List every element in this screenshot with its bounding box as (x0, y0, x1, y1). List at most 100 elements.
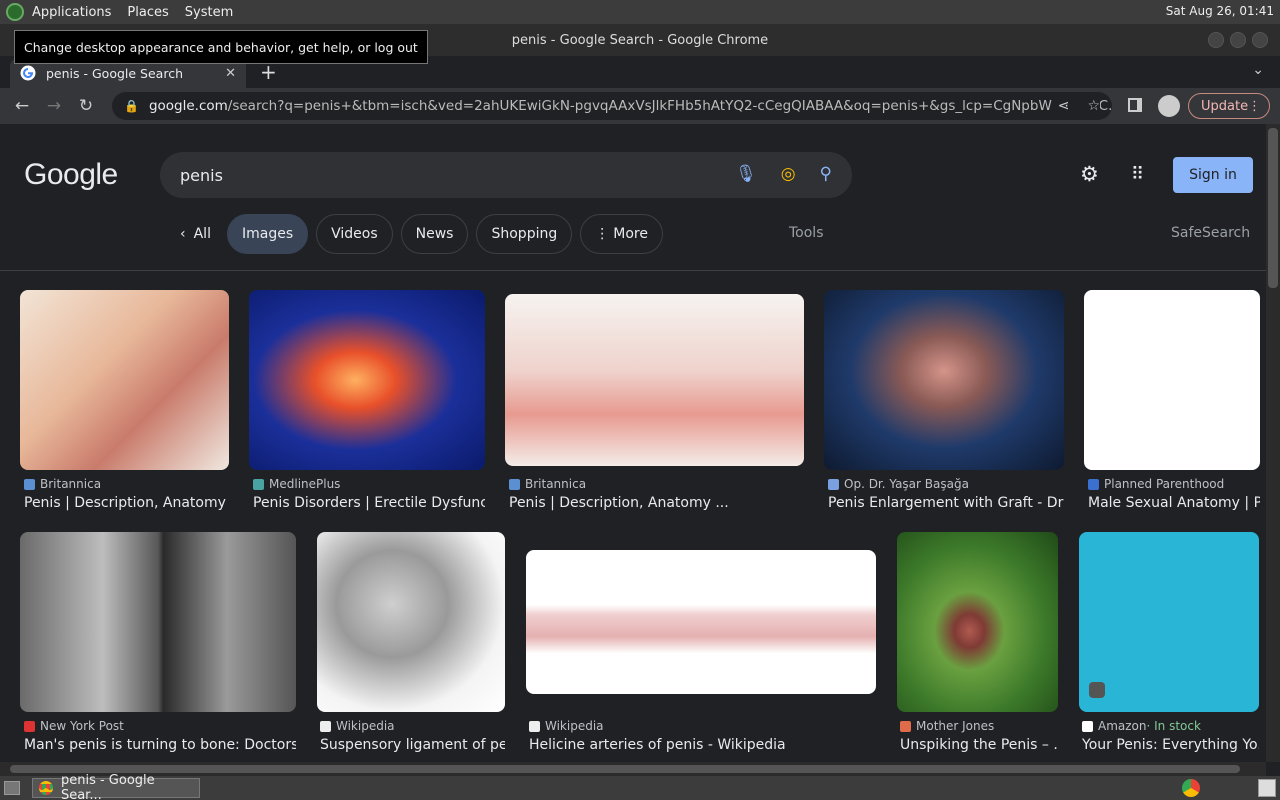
result-source[interactable]: Op. Dr. Yaşar Başağa (828, 477, 969, 491)
chip-all-label: All (193, 226, 211, 242)
back-arrow-icon[interactable]: ← (6, 96, 38, 116)
result-source[interactable]: Amazon · In stock (1082, 719, 1201, 733)
result-image[interactable] (20, 532, 296, 712)
search-query: penis (180, 165, 223, 185)
chip-videos[interactable]: Videos (316, 214, 393, 254)
result-source[interactable]: Wikipedia (529, 719, 604, 733)
result-source[interactable]: Britannica (24, 477, 101, 491)
taskbar-item-chrome[interactable]: penis - Google Sear... (32, 773, 200, 800)
britannica-favicon-icon (24, 478, 35, 490)
result-source[interactable]: Mother Jones (900, 719, 994, 733)
tray-chrome-icon[interactable] (1182, 779, 1200, 797)
sign-in-button[interactable]: Sign in (1173, 157, 1253, 193)
taskbar-item-label: penis - Google Sear... (60, 773, 155, 800)
result-image[interactable] (20, 290, 229, 470)
horizontal-scrollbar-thumb[interactable] (10, 765, 1240, 773)
vertical-scrollbar[interactable] (1266, 124, 1280, 762)
header-divider (0, 270, 1266, 271)
result-title[interactable]: Penis | Description, Anatomy ... (509, 495, 804, 511)
result-image[interactable] (824, 290, 1064, 470)
settings-gear-icon[interactable]: ⚙ (1080, 162, 1099, 186)
panel-clock[interactable]: Sat Aug 26, 01:41 (1166, 4, 1274, 18)
chevron-left-icon: ‹ (180, 226, 186, 242)
result-image[interactable] (1084, 290, 1260, 470)
mother-jones-favicon-icon (900, 720, 911, 732)
chip-all[interactable]: ‹ All (172, 214, 219, 254)
url-path: /search?q=penis+&tbm=isch&ved=2ahUKEwiGk… (227, 98, 1112, 114)
minimize-button[interactable] (1208, 32, 1224, 48)
result-title[interactable]: Your Penis: Everything Yo... (1082, 737, 1259, 753)
lock-icon[interactable]: 🔒 (124, 99, 139, 113)
bookmark-star-icon[interactable]: ☆ (1087, 98, 1100, 114)
chrome-icon (39, 781, 53, 795)
result-image[interactable] (249, 290, 485, 470)
chip-more-label: More (613, 226, 648, 242)
result-image[interactable] (317, 532, 505, 712)
window-title: penis - Google Search - Google Chrome (511, 32, 769, 48)
vertical-scrollbar-thumb[interactable] (1268, 128, 1278, 288)
result-title[interactable]: Suspensory ligament of pe... (320, 737, 505, 753)
result-image[interactable] (1079, 532, 1259, 712)
amazon-favicon-icon (1082, 720, 1093, 732)
side-panel-icon[interactable] (1128, 98, 1142, 112)
result-title[interactable]: Male Sexual Anatomy | P... (1088, 495, 1260, 511)
chip-news[interactable]: News (400, 214, 469, 254)
result-source[interactable]: Britannica (509, 477, 586, 491)
result-source[interactable]: MedlinePlus (253, 477, 340, 491)
apps-grid-icon[interactable]: ⠿ (1131, 164, 1144, 185)
chip-more[interactable]: ⋮ More (580, 214, 663, 254)
result-title[interactable]: Penis Disorders | Erectile Dysfunc... (253, 495, 485, 511)
result-title[interactable]: Helicine arteries of penis - Wikipedia (529, 737, 876, 753)
result-image[interactable] (897, 532, 1058, 712)
clinic-favicon-icon (828, 478, 839, 490)
tab-title: penis - Google Search (46, 65, 183, 81)
medlineplus-favicon-icon (253, 478, 264, 490)
system-menu-tooltip: Change desktop appearance and behavior, … (14, 30, 428, 64)
url-host: google.com (148, 98, 228, 114)
result-source[interactable]: Planned Parenthood (1088, 477, 1224, 491)
profile-avatar-icon[interactable] (1158, 95, 1180, 117)
safesearch-button[interactable]: SafeSearch (1171, 225, 1250, 241)
google-logo[interactable]: Google (24, 158, 118, 192)
tab-search-chevron-icon[interactable]: ⌄ (1252, 62, 1264, 78)
wikipedia-favicon-icon (529, 720, 540, 732)
search-icon[interactable]: ⚲ (820, 164, 832, 184)
microphone-icon[interactable]: 🎙 (735, 164, 757, 184)
price-tag-icon (1089, 682, 1105, 698)
search-actions: 🎙 ◎ ⚲ (735, 164, 832, 184)
update-button[interactable]: Update ⋮ (1188, 93, 1270, 119)
chip-images[interactable]: Images (226, 214, 309, 254)
result-image[interactable] (526, 550, 876, 694)
result-title[interactable]: Unspiking the Penis – ... (900, 737, 1058, 753)
chip-shopping[interactable]: Shopping (476, 214, 573, 254)
result-title[interactable]: Penis | Description, Anatomy ... (24, 495, 229, 511)
wikipedia-favicon-icon (320, 720, 331, 732)
maximize-button[interactable] (1230, 32, 1246, 48)
more-dots-icon: ⋮ (595, 226, 610, 242)
search-input[interactable]: penis 🎙 ◎ ⚲ (160, 152, 852, 198)
tab-close-icon[interactable]: ✕ (225, 66, 236, 81)
show-desktop-icon[interactable] (4, 781, 20, 795)
tools-button[interactable]: Tools (789, 225, 824, 241)
result-image[interactable] (505, 294, 804, 466)
close-window-button[interactable] (1252, 32, 1268, 48)
system-menu[interactable]: System (177, 5, 241, 20)
workspace-switcher-icon[interactable] (1258, 779, 1276, 797)
google-images-page: Google penis 🎙 ◎ ⚲ ⚙ ⠿ Sign in ‹ All Ima… (0, 124, 1266, 762)
forward-arrow-icon[interactable]: → (38, 96, 70, 116)
window-controls (1208, 32, 1268, 48)
result-title[interactable]: Penis Enlargement with Graft - Dr ... (828, 495, 1064, 511)
result-source[interactable]: New York Post (24, 719, 124, 733)
share-icon[interactable]: ⋖ (1058, 98, 1070, 114)
gnome-foot-icon[interactable] (6, 3, 24, 21)
result-title[interactable]: Man's penis is turning to bone: Doctors … (24, 737, 296, 753)
places-menu[interactable]: Places (119, 5, 176, 20)
result-source[interactable]: Wikipedia (320, 719, 395, 733)
applications-menu[interactable]: Applications (24, 5, 119, 20)
reload-icon[interactable]: ↻ (70, 96, 102, 116)
google-lens-icon[interactable]: ◎ (781, 164, 796, 184)
planned-parenthood-favicon-icon (1088, 478, 1099, 490)
chrome-menu-icon[interactable]: ⋮ (1248, 99, 1261, 114)
address-bar[interactable]: 🔒 google.com/search?q=penis+&tbm=isch&ve… (112, 92, 1112, 120)
nypost-favicon-icon (24, 720, 35, 732)
